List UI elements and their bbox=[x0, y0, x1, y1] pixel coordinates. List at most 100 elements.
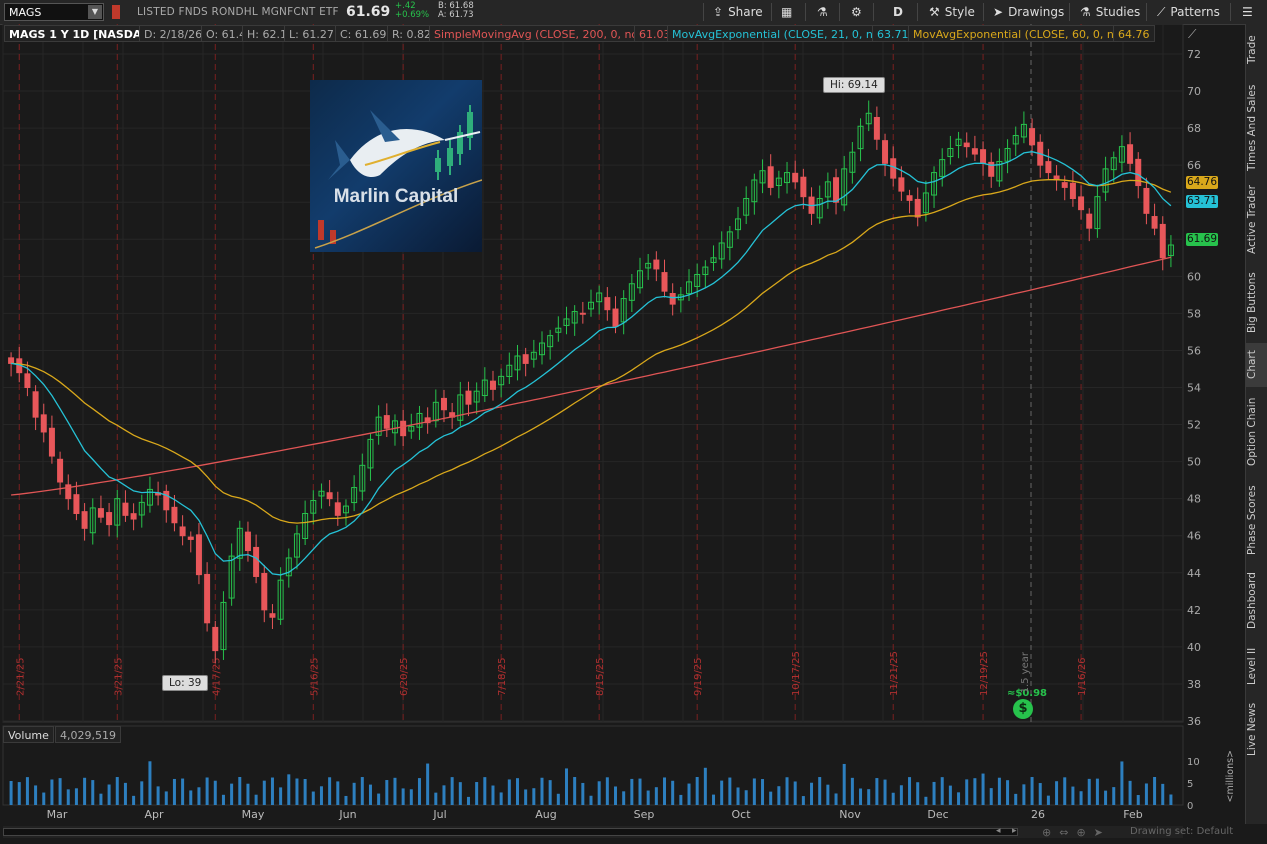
candle-body bbox=[898, 177, 905, 192]
candle-body bbox=[269, 613, 276, 618]
volume-bar bbox=[654, 787, 658, 805]
candle-body bbox=[1151, 216, 1158, 229]
tab-level-ii[interactable]: Level II bbox=[1246, 642, 1267, 690]
volume-bar bbox=[507, 779, 511, 805]
tab-trade[interactable]: Trade bbox=[1246, 28, 1267, 72]
share-button[interactable]: ⇪ Share bbox=[713, 0, 763, 24]
cursor-icon[interactable]: ➤ bbox=[1094, 826, 1111, 839]
tab-times-and-sales[interactable]: Times And Sales bbox=[1246, 78, 1267, 178]
tab-dashboard[interactable]: Dashboard bbox=[1246, 568, 1267, 634]
candle-body bbox=[522, 354, 529, 364]
share-icon: ⇪ bbox=[713, 5, 724, 19]
volume-bar bbox=[891, 792, 895, 805]
volume-bar bbox=[515, 778, 519, 805]
date-marker-label: 8/15/25 bbox=[595, 657, 606, 696]
volume-bar bbox=[25, 777, 29, 805]
price-chart[interactable]: 727068666462605856545250484644424038362/… bbox=[0, 24, 1245, 824]
month-label: Mar bbox=[47, 808, 68, 821]
legend-date: D: 2/18/26 bbox=[139, 25, 208, 42]
style-button[interactable]: ⚒ Style bbox=[929, 0, 975, 24]
patterns-button[interactable]: ⟋ Patterns bbox=[1157, 0, 1220, 24]
volume-bar bbox=[908, 777, 912, 805]
volume-bar bbox=[107, 784, 111, 805]
toolbar-divider bbox=[1146, 3, 1147, 21]
drawing-set-label[interactable]: Drawing set: Default bbox=[1130, 826, 1233, 837]
candle-body bbox=[32, 391, 39, 418]
volume-bar bbox=[785, 777, 789, 805]
price-tick-label: 46 bbox=[1187, 530, 1201, 543]
legend-sma-label[interactable]: SimpleMovingAvg (CLOSE, 200, 0, no) bbox=[429, 25, 648, 42]
zoom-controls[interactable]: ⊕⇔⊕➤ bbox=[1042, 826, 1111, 839]
volume-bar bbox=[916, 782, 920, 805]
dividend-icon[interactable]: $ bbox=[1013, 699, 1033, 719]
volume-bar bbox=[1161, 783, 1165, 805]
chart-settings-button[interactable]: ▦ bbox=[781, 0, 797, 24]
volume-bar bbox=[140, 781, 144, 805]
chart-style-icon[interactable]: ⟋ bbox=[1188, 27, 1202, 41]
volume-bar bbox=[74, 788, 78, 805]
tab-live-news[interactable]: Live News bbox=[1246, 696, 1267, 762]
ema60-tag: 64.76 bbox=[1186, 176, 1218, 189]
candle-body bbox=[669, 292, 676, 305]
symbol-input[interactable]: MAGS ▼ bbox=[4, 3, 104, 21]
volume-bar bbox=[385, 780, 389, 805]
scrollbar-thumb[interactable] bbox=[3, 828, 1018, 836]
tab-phase-scores[interactable]: Phase Scores bbox=[1246, 480, 1267, 560]
crosshair-icon[interactable]: ⊕ bbox=[1076, 826, 1093, 839]
high-callout: Hi: 69.14 bbox=[823, 77, 885, 93]
price-tick-label: 36 bbox=[1187, 715, 1201, 728]
volume-value: 4,029,519 bbox=[55, 726, 121, 743]
volume-tick-label: 0 bbox=[1187, 801, 1193, 812]
studies-button[interactable]: ⚗ Studies bbox=[1080, 0, 1140, 24]
date-marker-label: 6/20/25 bbox=[399, 657, 410, 696]
zoom-icon[interactable]: ⊕ bbox=[1042, 826, 1059, 839]
price-tick-label: 38 bbox=[1187, 678, 1201, 691]
volume-bar bbox=[1153, 777, 1157, 805]
pan-icon[interactable]: ⇔ bbox=[1059, 826, 1076, 839]
volume-bar bbox=[948, 785, 952, 805]
scroll-right-icon[interactable]: ▸ bbox=[1012, 826, 1017, 836]
legend-ema21-label[interactable]: MovAvgExponential (CLOSE, 21, 0, no) bbox=[667, 25, 889, 42]
period-button[interactable]: D bbox=[893, 0, 903, 24]
volume-bar bbox=[638, 778, 642, 805]
volume-bar bbox=[115, 777, 119, 805]
gear-button[interactable]: ⚙ bbox=[851, 0, 867, 24]
month-label: Jul bbox=[432, 808, 446, 821]
candle-body bbox=[73, 494, 80, 514]
candle-body bbox=[767, 166, 774, 188]
tab-active-trader[interactable]: Active Trader bbox=[1246, 180, 1267, 260]
candle-body bbox=[171, 506, 178, 524]
volume-bar bbox=[328, 777, 332, 805]
candle-body bbox=[440, 397, 447, 411]
symbol-flag-icon[interactable] bbox=[112, 5, 120, 19]
candle-body bbox=[1127, 144, 1134, 164]
legend-ema60-label[interactable]: MovAvgExponential (CLOSE, 60, 0, no) bbox=[908, 25, 1130, 42]
legend-low: L: 61.27 bbox=[284, 25, 339, 42]
volume-bar bbox=[728, 777, 732, 805]
volume-bar bbox=[761, 779, 765, 805]
cursor-arrow-icon: ➤ bbox=[993, 5, 1004, 19]
symbol-dropdown-icon[interactable]: ▼ bbox=[88, 5, 102, 19]
studies-flask-button[interactable]: ⚗ bbox=[817, 0, 833, 24]
tab-option-chain[interactable]: Option Chain bbox=[1246, 390, 1267, 474]
candle-body bbox=[326, 492, 333, 500]
scroll-left-icon[interactable]: ◂ bbox=[996, 826, 1001, 836]
volume-bar bbox=[262, 780, 266, 805]
tab-chart[interactable]: Chart bbox=[1246, 343, 1267, 387]
date-marker-label: 7/18/25 bbox=[497, 657, 508, 696]
price-tick-label: 72 bbox=[1187, 48, 1201, 61]
volume-bar bbox=[899, 785, 903, 805]
drawings-button[interactable]: ➤ Drawings bbox=[993, 0, 1064, 24]
volume-bar bbox=[450, 777, 454, 805]
volume-bar bbox=[981, 773, 985, 805]
volume-bar bbox=[336, 781, 340, 805]
marlin-capital-logo: Marlin Capital bbox=[310, 80, 482, 252]
volume-bar bbox=[483, 777, 487, 805]
share-label: Share bbox=[728, 5, 763, 19]
candle-body bbox=[253, 546, 260, 577]
flask-icon: ⚗ bbox=[817, 5, 828, 19]
menu-button[interactable]: ☰ bbox=[1242, 0, 1258, 24]
volume-bar bbox=[1046, 795, 1050, 805]
candle-body bbox=[1159, 223, 1166, 259]
tab-big-buttons[interactable]: Big Buttons bbox=[1246, 266, 1267, 340]
